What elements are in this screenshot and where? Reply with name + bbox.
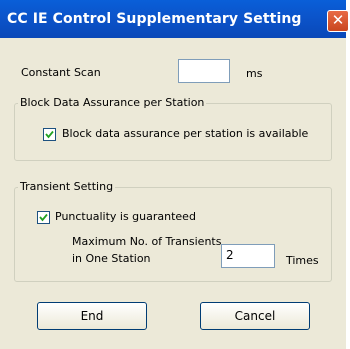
block-data-checkbox[interactable] — [43, 128, 56, 141]
max-transients-label-line1: Maximum No. of Transients — [72, 235, 222, 248]
cancel-button[interactable]: Cancel — [200, 302, 310, 330]
transient-group-title: Transient Setting — [18, 180, 116, 193]
punctuality-checkbox-label: Punctuality is guaranteed — [55, 210, 196, 223]
close-icon[interactable]: ✕ — [327, 10, 349, 32]
constant-scan-input[interactable] — [178, 59, 230, 83]
max-transients-input[interactable]: 2 — [221, 244, 275, 268]
end-button[interactable]: End — [37, 302, 147, 330]
max-transients-unit: Times — [286, 254, 319, 267]
checkmark-icon — [45, 130, 54, 139]
title-bar[interactable]: CC IE Control Supplementary Setting ✕ — [0, 0, 349, 38]
constant-scan-label: Constant Scan — [21, 66, 101, 79]
checkmark-icon — [39, 213, 48, 222]
constant-scan-unit: ms — [246, 67, 263, 80]
punctuality-checkbox[interactable] — [37, 211, 50, 224]
block-data-group-title: Block Data Assurance per Station — [18, 96, 207, 109]
max-transients-label-line2: in One Station — [72, 252, 151, 265]
dialog-window: CC IE Control Supplementary Setting ✕ Co… — [0, 0, 349, 349]
window-title: CC IE Control Supplementary Setting — [7, 11, 302, 27]
block-data-checkbox-label: Block data assurance per station is avai… — [62, 127, 309, 140]
